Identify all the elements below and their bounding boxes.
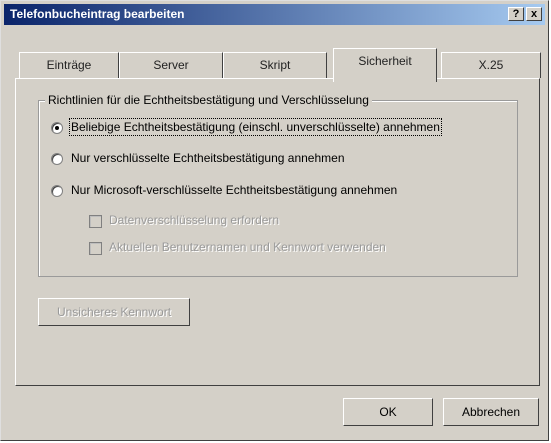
radio-any-auth[interactable] — [51, 122, 63, 134]
radio-selected-dot — [55, 126, 59, 130]
group-label: Richtlinien für die Echtheitsbestätigung… — [45, 93, 372, 107]
tab-strip: Einträge Server Skript Sicherheit X.25 — [15, 34, 541, 82]
option-encrypted-auth-label[interactable]: Nur verschlüsselte Echtheitsbestätigung … — [71, 151, 345, 165]
checkbox-use-current-credentials[interactable] — [89, 242, 102, 255]
unsafe-password-button[interactable]: Unsicheres Kennwort — [38, 298, 190, 326]
ok-button[interactable]: OK — [343, 398, 433, 426]
help-button[interactable]: ? — [508, 7, 524, 21]
radio-microsoft-auth[interactable] — [51, 185, 63, 197]
tab-x25[interactable]: X.25 — [441, 52, 541, 78]
cancel-button[interactable]: Abbrechen — [443, 398, 539, 426]
checkbox-use-current-credentials-label: Aktuellen Benutzernamen und Kennwort ver… — [109, 240, 386, 254]
security-panel: Richtlinien für die Echtheitsbestätigung… — [15, 78, 540, 386]
option-microsoft-auth-label[interactable]: Nur Microsoft-verschlüsselte Echtheitsbe… — [71, 183, 397, 197]
tab-server[interactable]: Server — [119, 52, 223, 78]
window-title: Telefonbucheintrag bearbeiten — [10, 7, 185, 21]
checkbox-require-encryption[interactable] — [89, 215, 102, 228]
dialog-window: Telefonbucheintrag bearbeiten ? x Einträ… — [0, 0, 549, 441]
auth-policy-group: Richtlinien für die Echtheitsbestätigung… — [38, 93, 518, 277]
tab-sicherheit[interactable]: Sicherheit — [333, 48, 437, 82]
radio-encrypted-auth[interactable] — [51, 153, 63, 165]
tab-eintraege[interactable]: Einträge — [19, 52, 119, 78]
close-button[interactable]: x — [526, 7, 542, 21]
tab-skript[interactable]: Skript — [223, 52, 327, 78]
option-any-auth-label[interactable]: Beliebige Echtheitsbestätigung (einschl.… — [69, 118, 442, 136]
title-bar[interactable]: Telefonbucheintrag bearbeiten ? x — [4, 4, 545, 25]
checkbox-require-encryption-label: Datenverschlüsselung erfordern — [109, 213, 280, 227]
